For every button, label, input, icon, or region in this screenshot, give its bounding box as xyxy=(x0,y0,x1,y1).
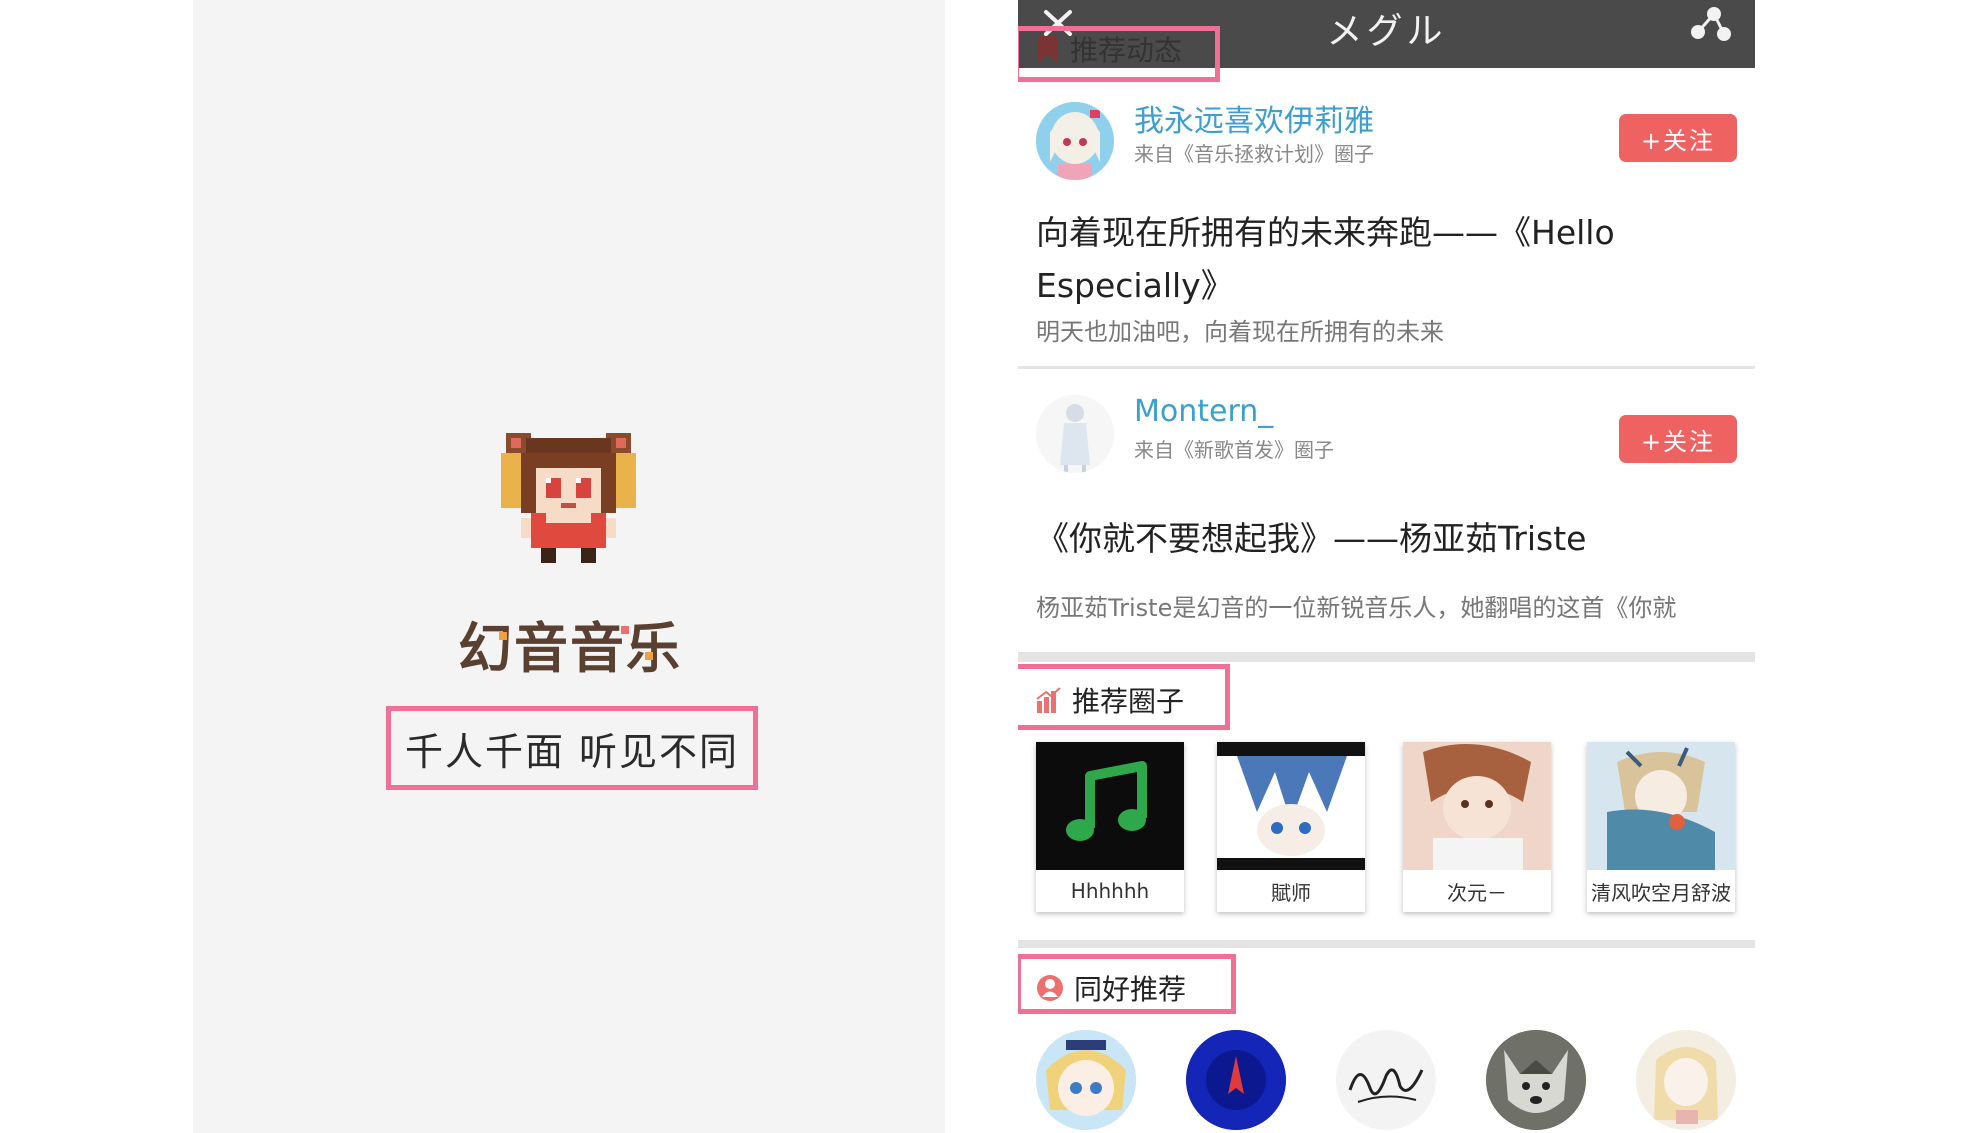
share-icon[interactable] xyxy=(1688,4,1734,44)
post-card[interactable]: Montern_ 来自《新歌首发》圈子 +关注 《你就不要想起我》——杨亚茹Tr… xyxy=(1018,390,1755,650)
splash-screen: 幻音音乐 千人千面 听见不同 xyxy=(193,0,945,1133)
circle-cover-image xyxy=(1587,742,1735,870)
post-description[interactable]: 杨亚茹Triste是幻音的一位新锐音乐人，她翻唱的这首《你就 xyxy=(1036,588,1676,623)
post-title[interactable]: 《你就不要想起我》——杨亚茹Triste xyxy=(1036,512,1586,565)
post-username[interactable]: 我永远喜欢伊莉雅 xyxy=(1134,96,1374,140)
pixel-mascot-image xyxy=(501,433,636,563)
section-highlight-box xyxy=(1018,664,1230,730)
post-card[interactable]: 我永远喜欢伊莉雅 来自《音乐拯救计划》圈子 +关注 向着现在所拥有的未来奔跑——… xyxy=(1018,90,1755,367)
section-divider xyxy=(1018,940,1755,948)
circle-card[interactable]: Hhhhhh xyxy=(1036,742,1184,912)
circle-cover xyxy=(1587,742,1735,870)
music-note-icon xyxy=(1066,761,1147,841)
avatar-image xyxy=(1036,1030,1136,1130)
circle-name: Hhhhhh xyxy=(1070,879,1150,903)
similar-user-avatar[interactable] xyxy=(1186,1030,1286,1130)
svg-text:幻音音乐: 幻音音乐 xyxy=(458,617,682,680)
circle-cover-image xyxy=(1217,742,1365,870)
avatar-image xyxy=(1336,1030,1436,1130)
circle-cover xyxy=(1403,742,1551,870)
follow-button[interactable]: +关注 xyxy=(1619,114,1737,162)
avatar-image xyxy=(1186,1030,1286,1130)
similar-user-avatar[interactable] xyxy=(1336,1030,1436,1130)
avatar-image xyxy=(1036,102,1114,180)
similar-user-avatar[interactable] xyxy=(1486,1030,1586,1130)
app-logo: 幻音音乐 xyxy=(455,612,685,682)
similar-user-avatar[interactable] xyxy=(1036,1030,1136,1130)
divider xyxy=(1018,366,1755,369)
section-divider xyxy=(1018,652,1755,662)
circle-name: 次元－ xyxy=(1447,880,1507,905)
post-title-line: 向着现在所拥有的未来奔跑——《Hello xyxy=(1036,213,1615,252)
circle-card[interactable]: 賦师 xyxy=(1217,742,1365,912)
post-description[interactable]: 明天也加油吧，向着现在所拥有的未来 xyxy=(1036,312,1444,347)
post-username[interactable]: Montern_ xyxy=(1134,394,1273,429)
avatar-image xyxy=(1486,1030,1586,1130)
post-title[interactable]: 向着现在所拥有的未来奔跑——《Hello Especially》 xyxy=(1036,206,1615,312)
similar-user-avatar[interactable] xyxy=(1636,1030,1736,1130)
user-avatar[interactable] xyxy=(1036,395,1114,473)
follow-button[interactable]: +关注 xyxy=(1619,415,1737,463)
post-source-circle[interactable]: 来自《新歌首发》圈子 xyxy=(1134,434,1334,463)
user-avatar[interactable] xyxy=(1036,102,1114,180)
circle-cover xyxy=(1036,742,1184,870)
circle-name: 清风吹空月舒波 xyxy=(1591,880,1731,905)
post-title-line: Especially》 xyxy=(1036,266,1234,305)
slogan-text: 千人千面 听见不同 xyxy=(404,729,740,774)
logo-text-graphic: 幻音音乐 xyxy=(458,617,682,680)
section-highlight-box xyxy=(1018,26,1220,82)
circle-card[interactable]: 清风吹空月舒波 xyxy=(1587,742,1735,912)
avatar-image xyxy=(1636,1030,1736,1130)
circle-name: 賦师 xyxy=(1271,880,1311,905)
app-screen: メグル 推荐动态 我永远喜欢伊莉雅 来自《音乐拯救计划》圈子 +关注 向着现在所… xyxy=(1018,0,1755,1133)
circle-cover-image xyxy=(1403,742,1551,870)
post-source-circle[interactable]: 来自《音乐拯救计划》圈子 xyxy=(1134,138,1374,167)
slogan-highlight-box: 千人千面 听见不同 xyxy=(386,706,758,790)
circle-card[interactable]: 次元－ xyxy=(1403,742,1551,912)
section-highlight-box xyxy=(1018,954,1236,1014)
circle-cover xyxy=(1217,742,1365,870)
avatar-image xyxy=(1036,395,1114,473)
